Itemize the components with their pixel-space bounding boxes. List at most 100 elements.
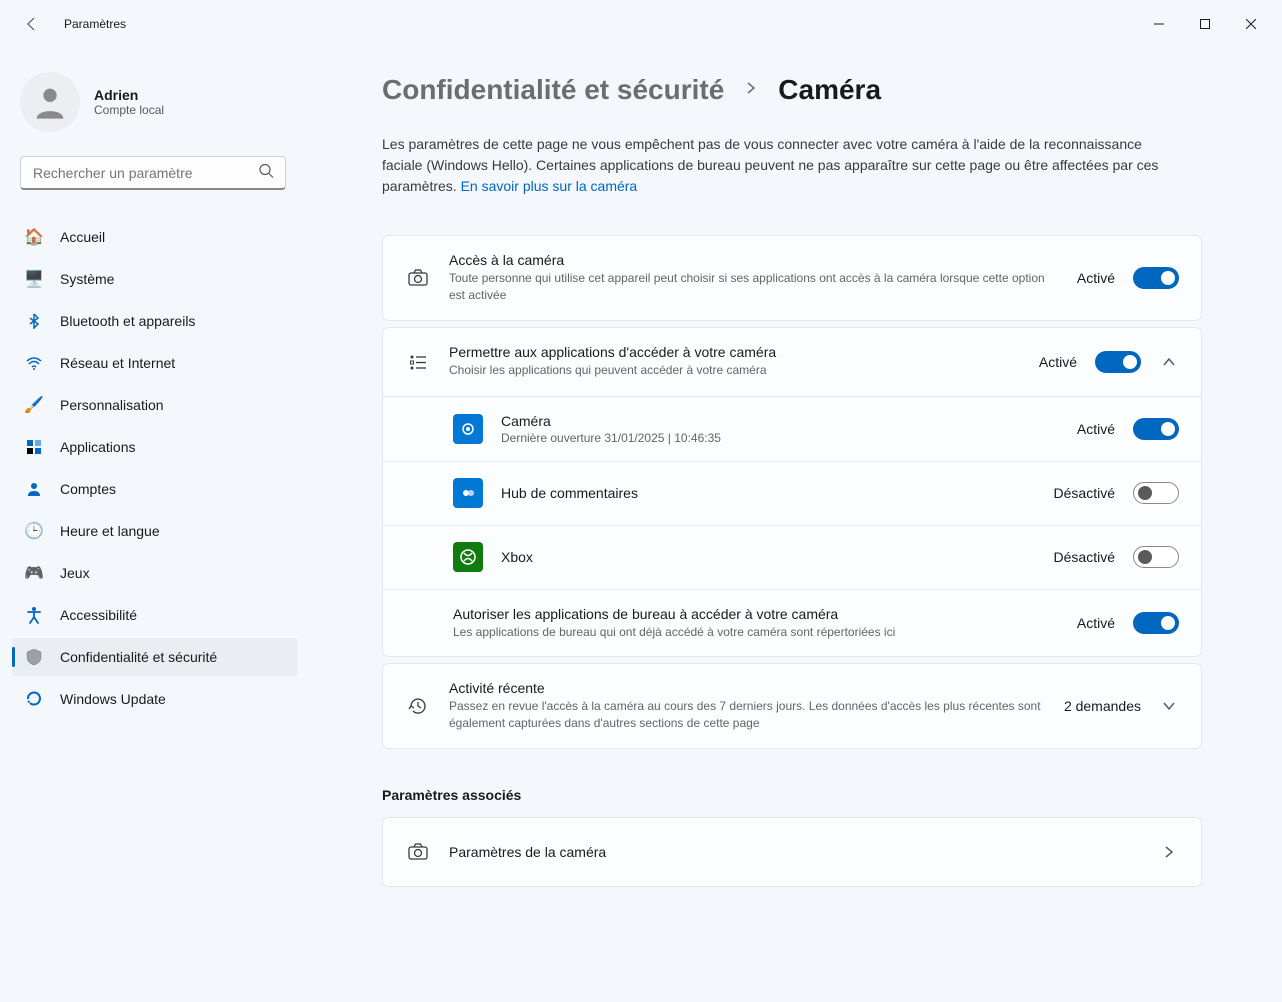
brush-icon: 🖌️ (24, 395, 44, 415)
sidebar-item-label: Réseau et Internet (60, 355, 175, 371)
profile-block[interactable]: Adrien Compte local (8, 60, 298, 156)
wifi-icon (24, 353, 44, 373)
sidebar-item-label: Personnalisation (60, 397, 164, 413)
sidebar-item-label: Système (60, 271, 114, 287)
app-row-xbox: Xbox Désactivé (383, 525, 1201, 589)
list-icon (405, 352, 431, 372)
sidebar-item-label: Windows Update (60, 691, 166, 707)
accounts-icon (24, 479, 44, 499)
sidebar: Adrien Compte local 🏠 Accueil 🖥️ Système B… (0, 48, 310, 1002)
toggle-status: Activé (1077, 421, 1115, 437)
expand-button[interactable] (1159, 699, 1179, 713)
app-row-feedback: Hub de commentaires Désactivé (383, 461, 1201, 525)
home-icon: 🏠 (24, 227, 44, 247)
app-feedback-toggle[interactable] (1133, 482, 1179, 504)
sidebar-item-label: Confidentialité et sécurité (60, 649, 217, 665)
card-subtitle: Passez en revue l'accès à la caméra au c… (449, 698, 1046, 732)
sidebar-nav: 🏠 Accueil 🖥️ Système Bluetooth et appareil… (8, 218, 298, 718)
card-title: Permettre aux applications d'accéder à v… (449, 344, 1021, 360)
allow-apps-toggle[interactable] (1095, 351, 1141, 373)
system-icon: 🖥️ (24, 269, 44, 289)
card-subtitle: Choisir les applications qui peuvent acc… (449, 362, 1021, 379)
search-input[interactable] (20, 156, 286, 190)
card-title: Accès à la caméra (449, 252, 1059, 268)
camera-settings-card[interactable]: Paramètres de la caméra (382, 817, 1202, 887)
app-row-camera: Caméra Dernière ouverture 31/01/2025 | 1… (383, 397, 1201, 461)
toggle-status: Désactivé (1054, 485, 1115, 501)
sidebar-item-accessibility[interactable]: Accessibilité (12, 596, 298, 634)
sidebar-item-label: Accessibilité (60, 607, 137, 623)
breadcrumb-parent[interactable]: Confidentialité et sécurité (382, 74, 724, 106)
camera-access-card: Accès à la caméra Toute personne qui uti… (382, 235, 1202, 321)
sidebar-item-privacy[interactable]: Confidentialité et sécurité (12, 638, 298, 676)
app-camera-toggle[interactable] (1133, 418, 1179, 440)
app-icon-feedback (453, 478, 483, 508)
sidebar-item-gaming[interactable]: 🎮Jeux (12, 554, 298, 592)
card-subtitle: Les applications de bureau qui ont déjà … (453, 624, 1059, 641)
sidebar-item-update: Windows Update (12, 680, 298, 718)
bluetooth-icon (24, 311, 44, 331)
sidebar-item-apps[interactable]: Applications (12, 428, 298, 466)
recent-activity-card[interactable]: Activité récente Passez en revue l'accès… (382, 663, 1202, 749)
history-icon (405, 695, 431, 717)
chevron-right-icon (1159, 845, 1179, 859)
back-button[interactable] (16, 8, 48, 40)
desktop-apps-row: Autoriser les applications de bureau à a… (383, 589, 1201, 657)
camera-icon (405, 841, 431, 863)
sidebar-item-time[interactable]: 🕒 Heure et langue (12, 512, 298, 550)
sidebar-item-label: Heure et langue (60, 523, 160, 539)
sidebar-item-label: Accueil (60, 229, 105, 245)
main-content: Confidentialité et sécurité Caméra Les p… (310, 48, 1282, 1002)
apps-icon (24, 437, 44, 457)
toggle-status: Activé (1077, 615, 1115, 631)
app-title: Hub de commentaires (501, 485, 1036, 501)
allow-apps-card: Permettre aux applications d'accéder à v… (382, 327, 1202, 658)
breadcrumb: Confidentialité et sécurité Caméra (382, 74, 1202, 106)
toggle-status: Désactivé (1054, 549, 1115, 565)
profile-name: Adrien (94, 87, 164, 103)
sidebar-item-label: Comptes (60, 481, 116, 497)
app-list: Caméra Dernière ouverture 31/01/2025 | 1… (383, 396, 1201, 657)
update-icon (24, 689, 44, 709)
card-title: Autoriser les applications de bureau à a… (453, 606, 1059, 622)
sidebar-item-bluetooth[interactable]: Bluetooth et appareils (12, 302, 298, 340)
sidebar-item-accounts[interactable]: Comptes (12, 470, 298, 508)
desktop-apps-toggle[interactable] (1133, 612, 1179, 634)
card-subtitle: Toute personne qui utilise cet appareil … (449, 270, 1059, 304)
app-icon-camera (453, 414, 483, 444)
toggle-status: Activé (1039, 354, 1077, 370)
collapse-button[interactable] (1159, 355, 1179, 369)
sidebar-item-home[interactable]: 🏠 Accueil (12, 218, 298, 256)
app-title: Xbox (501, 549, 1036, 565)
avatar (20, 72, 80, 132)
app-xbox-toggle[interactable] (1133, 546, 1179, 568)
profile-subtitle: Compte local (94, 103, 164, 117)
app-subtitle: Dernière ouverture 31/01/2025 | 10:46:35 (501, 431, 1059, 445)
app-icon-xbox (453, 542, 483, 572)
accessibility-icon (24, 605, 44, 625)
minimize-button[interactable] (1136, 8, 1182, 40)
shield-icon (24, 647, 44, 667)
gaming-icon: 🎮 (24, 563, 44, 583)
app-title: Caméra (501, 413, 1059, 429)
activity-count: 2 demandes (1064, 698, 1141, 714)
toggle-status: Activé (1077, 270, 1115, 286)
card-title: Activité récente (449, 680, 1046, 696)
camera-access-toggle[interactable] (1133, 267, 1179, 289)
breadcrumb-current: Caméra (778, 74, 881, 106)
card-title: Paramètres de la caméra (449, 844, 1141, 860)
sidebar-item-label: Applications (60, 439, 136, 455)
sidebar-item-label: Bluetooth et appareils (60, 313, 195, 329)
camera-icon (405, 267, 431, 289)
sidebar-item-system[interactable]: 🖥️ Système (12, 260, 298, 298)
titlebar: Paramètres (0, 0, 1282, 48)
chevron-right-icon (744, 81, 758, 100)
clock-icon: 🕒 (24, 521, 44, 541)
maximize-button[interactable] (1182, 8, 1228, 40)
close-button[interactable] (1228, 8, 1274, 40)
titlebar-title: Paramètres (64, 17, 126, 31)
sidebar-item-personalization[interactable]: 🖌️ Personnalisation (12, 386, 298, 424)
learn-more-link[interactable]: En savoir plus sur la caméra (461, 178, 638, 194)
sidebar-item-network[interactable]: Réseau et Internet (12, 344, 298, 382)
intro-text: Les paramètres de cette page ne vous emp… (382, 134, 1172, 197)
